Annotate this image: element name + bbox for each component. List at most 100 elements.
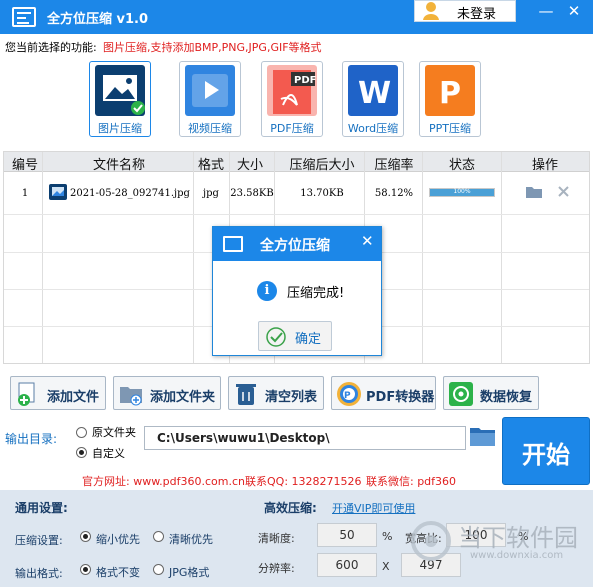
clear-list-label: 清空列表 (265, 390, 318, 405)
size-priority-label: 缩小优先 (96, 533, 140, 546)
login-label: 未登录 (457, 7, 497, 22)
mode-label: PDF压缩 (270, 122, 314, 135)
ok-label: 确定 (295, 332, 322, 347)
clear-list-button[interactable]: 清空列表 (228, 376, 324, 410)
radio-clarity-priority[interactable] (153, 531, 164, 542)
close-button[interactable]: ✕ (562, 0, 586, 22)
completion-dialog: 全方位压缩 ✕ i 压缩完成! 确定 (212, 226, 382, 356)
clarity-priority-label: 清晰优先 (169, 533, 213, 546)
output-format-label: 输出格式: (15, 567, 63, 580)
resolution-label: 分辨率: (258, 562, 295, 575)
word-icon: W (348, 65, 398, 116)
contact-qq: 联系QQ: 1328271526 (245, 475, 362, 488)
col-action: 操作 (531, 158, 558, 173)
format-keep-label: 格式不变 (96, 566, 140, 579)
image-file-icon (49, 184, 67, 200)
dialog-close-button[interactable]: ✕ (361, 232, 374, 250)
data-recovery-button[interactable]: 数据恢复 (443, 376, 539, 410)
pdf-converter-icon: P (337, 382, 361, 406)
delete-icon[interactable] (557, 185, 570, 198)
app-logo-icon (12, 7, 36, 27)
pdf-converter-label: PDF转换器 (366, 390, 435, 405)
pdf-converter-button[interactable]: P PDF转换器 (331, 376, 436, 410)
recovery-icon (449, 382, 473, 406)
add-folder-icon (120, 387, 142, 406)
col-status: 状态 (448, 158, 475, 173)
clarity-unit: % (382, 530, 393, 543)
watermark-logo-icon (411, 521, 451, 561)
svg-text:P: P (439, 76, 461, 111)
svg-text:W: W (358, 76, 391, 111)
cell-filename: 2021-05-28_092741.jpg (70, 188, 190, 199)
check-icon (266, 327, 286, 347)
app-title: 全方位压缩 v1.0 (47, 12, 149, 27)
svg-text:P: P (344, 391, 351, 401)
radio-format-keep[interactable] (80, 564, 91, 575)
vip-link[interactable]: 开通VIP即可使用 (332, 500, 415, 516)
radio-format-jpg[interactable] (153, 564, 164, 575)
mode-label: Word压缩 (347, 122, 399, 135)
mode-video-compress[interactable]: 视频压缩 (179, 61, 241, 137)
app-logo-icon (223, 236, 243, 252)
clarity-input[interactable]: 50 (317, 523, 377, 547)
current-function-desc: 图片压缩,支持添加BMP,PNG,JPG,GIF等格式 (103, 41, 322, 54)
compress-mode-label: 压缩设置: (15, 534, 63, 547)
browse-folder-icon[interactable] (469, 424, 497, 449)
clarity-label: 清晰度: (258, 532, 295, 545)
radio-size-priority[interactable] (80, 531, 91, 542)
progress-bar: 100% (429, 188, 495, 197)
radio-custom-label: 自定义 (92, 447, 125, 460)
mode-image-compress[interactable]: 图片压缩 (89, 61, 151, 137)
add-file-button[interactable]: 添加文件 (10, 376, 106, 410)
info-icon: i (257, 281, 277, 301)
general-settings-title: 通用设置: (15, 501, 68, 515)
col-compressed: 压缩后大小 (289, 158, 355, 173)
minimize-button[interactable]: — (534, 0, 558, 22)
title-bar: 全方位压缩 v1.0 未登录 — ✕ (0, 0, 593, 34)
watermark-text: 当下软件园 (458, 524, 578, 552)
progress-text: 100% (453, 188, 471, 195)
video-icon (185, 65, 235, 116)
output-path-value: C:\Users\wuwu1\Desktop\ (157, 431, 330, 445)
resolution-width-input[interactable]: 600 (317, 553, 377, 577)
data-recovery-label: 数据恢复 (480, 390, 533, 405)
pdf-icon: PDF (267, 65, 317, 116)
settings-panel: 通用设置: 高效压缩: 开通VIP即可使用 压缩设置: 缩小优先 清晰优先 输出… (0, 490, 593, 587)
contact-wechat: 联系微信: pdf360 (366, 475, 457, 488)
start-button[interactable]: 开始 (502, 417, 590, 485)
image-icon (95, 65, 145, 116)
add-file-label: 添加文件 (47, 390, 100, 405)
watermark-url: www.downxia.com (470, 550, 564, 561)
mode-label: 视频压缩 (188, 122, 232, 135)
format-jpg-label: JPG格式 (169, 566, 210, 579)
start-label: 开始 (522, 441, 570, 469)
mode-word-compress[interactable]: W Word压缩 (342, 61, 404, 137)
radio-custom[interactable] (76, 447, 87, 458)
open-folder-icon[interactable] (525, 185, 543, 199)
svg-text:PDF: PDF (294, 75, 316, 86)
official-site[interactable]: 官方网址: www.pdf360.com.cn (82, 473, 245, 489)
cell-id: 1 (21, 188, 29, 199)
output-path-input[interactable]: C:\Users\wuwu1\Desktop\ (144, 426, 466, 450)
ppt-icon: P (425, 65, 475, 116)
radio-original-folder[interactable] (76, 427, 87, 438)
dialog-title: 全方位压缩 (260, 238, 330, 254)
efficient-compress-title: 高效压缩: (264, 501, 317, 515)
cell-size: 23.58KB (230, 188, 274, 199)
cell-rate: 58.12% (374, 188, 414, 199)
current-function-label: 您当前选择的功能: (5, 41, 97, 54)
radio-original-label: 原文件夹 (92, 426, 136, 439)
resolution-x: X (382, 560, 390, 573)
add-folder-button[interactable]: 添加文件夹 (113, 376, 221, 410)
cell-compressed-size: 13.70KB (300, 188, 344, 199)
mode-ppt-compress[interactable]: P PPT压缩 (419, 61, 481, 137)
mode-label: PPT压缩 (429, 122, 471, 135)
dialog-message: 压缩完成! (287, 286, 345, 301)
mode-pdf-compress[interactable]: PDF PDF压缩 (261, 61, 323, 137)
add-folder-label: 添加文件夹 (150, 390, 216, 405)
col-name: 文件名称 (92, 158, 145, 173)
col-size: 大小 (236, 158, 263, 173)
ok-button[interactable]: 确定 (258, 321, 332, 351)
mode-label: 图片压缩 (98, 122, 142, 135)
login-button[interactable]: 未登录 (414, 0, 516, 22)
